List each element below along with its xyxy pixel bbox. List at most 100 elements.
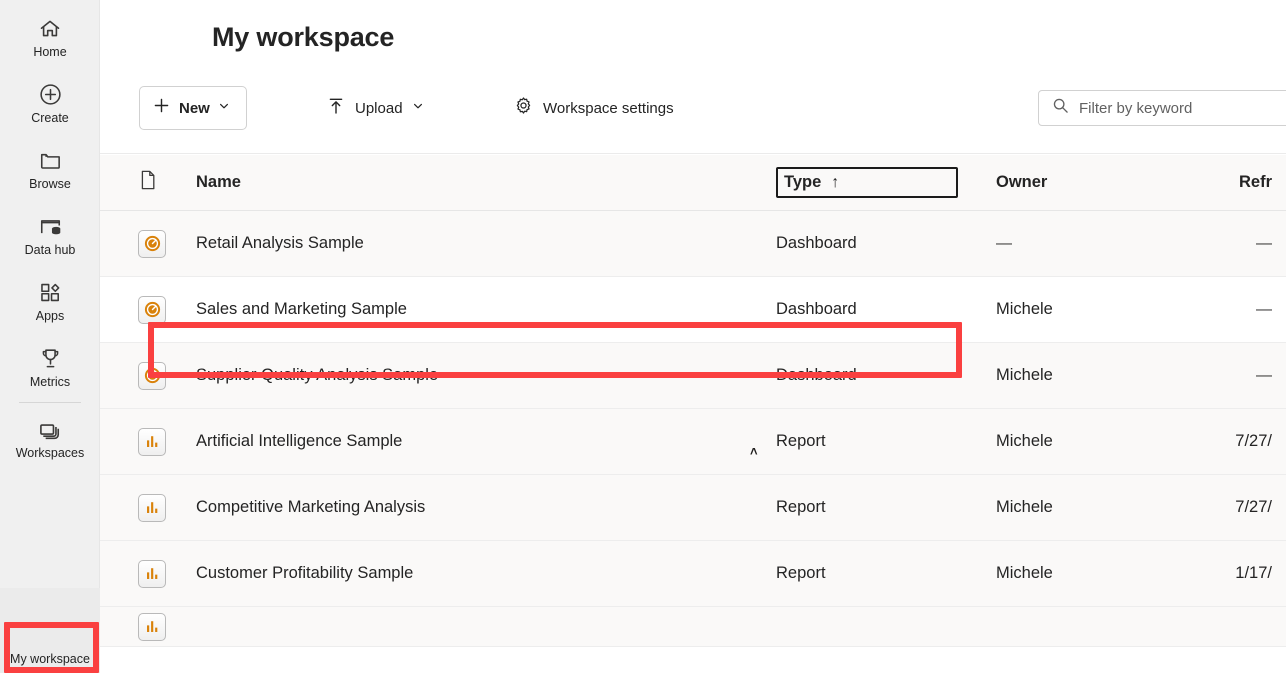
table-row[interactable]: Sales and Marketing Sample Dashboard Mic… [100, 277, 1286, 343]
column-header-refreshed[interactable]: Refr [1196, 173, 1276, 192]
workspaces-icon [37, 417, 63, 443]
row-type-cell: Dashboard [776, 300, 857, 318]
workspace-settings-button[interactable]: Workspace settings [505, 86, 682, 130]
table-row[interactable] [100, 607, 1286, 647]
left-navigation-rail: Home Create Browse Data hub Apps Metrics… [0, 0, 100, 673]
sidebar-item-label: Data hub [24, 242, 76, 257]
filter-search-box[interactable] [1038, 90, 1286, 126]
page-title: My workspace [212, 22, 395, 52]
sidebar-item-data-hub[interactable]: Data hub [0, 202, 100, 268]
row-icon-cell [138, 493, 196, 522]
sidebar-item-browse[interactable]: Browse [0, 136, 100, 202]
row-refreshed-cell: — [1256, 366, 1272, 384]
table-row[interactable]: Supplier Quality Analysis Sample Dashboa… [100, 343, 1286, 409]
row-name-cell[interactable]: Supplier Quality Analysis Sample [196, 366, 776, 385]
table-row[interactable]: Artificial Intelligence Sample Report Mi… [100, 409, 1286, 475]
sidebar-item-label: Browse [29, 176, 71, 191]
row-type-cell: Report [776, 432, 826, 450]
plus-circle-icon [37, 82, 63, 108]
row-owner-cell: Michele [996, 366, 1053, 384]
sidebar-item-label: Apps [35, 308, 65, 323]
folder-icon [37, 148, 63, 174]
sidebar-item-create[interactable]: Create [0, 70, 100, 136]
row-refreshed-cell: — [1256, 300, 1272, 318]
workspace-items-table: Name Type ↑ Owner Refr Retail Analysis S… [100, 155, 1286, 673]
row-name-cell[interactable]: Retail Analysis Sample [196, 234, 776, 253]
upload-button-label: Upload [355, 99, 403, 117]
row-icon-cell [138, 361, 196, 390]
column-header-name[interactable]: Name [196, 173, 776, 192]
row-owner-cell: Michele [996, 300, 1053, 318]
trophy-icon [37, 346, 63, 372]
table-header-row: Name Type ↑ Owner Refr [100, 155, 1286, 211]
table-row[interactable]: Competitive Marketing Analysis Report Mi… [100, 475, 1286, 541]
document-icon [138, 169, 158, 196]
row-refreshed-cell: — [1256, 234, 1272, 252]
sidebar-item-label: My workspace [10, 652, 90, 666]
sidebar-item-label: Workspaces [15, 445, 85, 460]
workspace-settings-label: Workspace settings [543, 99, 674, 117]
gear-icon [513, 95, 534, 121]
row-name-cell[interactable]: Artificial Intelligence Sample [196, 432, 776, 451]
data-hub-icon [37, 214, 63, 240]
sidebar-divider [18, 402, 81, 403]
plus-icon [152, 96, 171, 120]
column-header-type-label: Type [784, 173, 822, 191]
sidebar-item-label: Metrics [29, 374, 71, 389]
row-name-cell[interactable]: Customer Profitability Sample [196, 564, 776, 583]
sidebar-item-metrics[interactable]: Metrics [0, 334, 100, 400]
sidebar-item-label: Create [31, 110, 69, 125]
row-name-cell[interactable]: Sales and Marketing Sample [196, 300, 776, 319]
sidebar-item-label: Home [33, 44, 67, 59]
row-icon-cell [138, 295, 196, 324]
row-refreshed-cell: 7/27/ [1235, 432, 1272, 450]
row-refreshed-cell: 1/17/ [1235, 564, 1272, 582]
dashboard-icon [138, 229, 166, 258]
row-owner-cell: Michele [996, 564, 1053, 582]
row-type-cell: Dashboard [776, 366, 857, 384]
report-icon [138, 427, 166, 456]
apps-icon [37, 280, 63, 306]
row-owner-cell: — [996, 234, 1012, 252]
sidebar-item-home[interactable]: Home [0, 4, 100, 70]
table-row[interactable]: Retail Analysis Sample Dashboard — — [100, 211, 1286, 277]
report-icon [138, 612, 166, 641]
new-button-label: New [179, 99, 210, 117]
new-button[interactable]: New [139, 86, 247, 130]
row-refreshed-cell: 7/27/ [1235, 498, 1272, 516]
row-owner-cell: Michele [996, 498, 1053, 516]
row-icon-cell [138, 612, 196, 641]
upload-button[interactable]: Upload [318, 86, 432, 130]
workspace-toolbar: New Upload Workspace settings [100, 82, 1286, 154]
column-header-owner[interactable]: Owner [996, 173, 1196, 192]
sidebar-item-apps[interactable]: Apps [0, 268, 100, 334]
upload-arrow-icon [326, 96, 346, 121]
row-type-cell: Report [776, 498, 826, 516]
row-type-cell: Dashboard [776, 234, 857, 252]
dashboard-icon [138, 361, 166, 390]
sidebar-item-my-workspace[interactable]: My workspace [0, 588, 100, 673]
row-icon-cell [138, 427, 196, 456]
table-row[interactable]: Customer Profitability Sample Report Mic… [100, 541, 1286, 607]
column-header-type-sort-button[interactable]: Type ↑ [776, 167, 958, 198]
sort-ascending-arrow-icon: ↑ [831, 173, 840, 191]
home-icon [37, 16, 63, 42]
row-icon-cell [138, 229, 196, 258]
search-input[interactable] [1079, 91, 1286, 125]
column-header-icon [138, 169, 196, 196]
row-type-cell: Report [776, 564, 826, 582]
workspace-page: Home Create Browse Data hub Apps Metrics… [0, 0, 1286, 673]
report-icon [138, 493, 166, 522]
row-name-cell[interactable]: Competitive Marketing Analysis [196, 498, 776, 517]
chevron-down-icon [218, 99, 230, 117]
sidebar-item-workspaces[interactable]: Workspaces [0, 405, 100, 471]
row-owner-cell: Michele [996, 432, 1053, 450]
list-caret-marker: ˄ [750, 444, 758, 459]
row-icon-cell [138, 559, 196, 588]
search-icon [1052, 97, 1069, 119]
chevron-down-icon [412, 99, 424, 117]
report-icon [138, 559, 166, 588]
dashboard-icon [138, 295, 166, 324]
main-content: My workspace New Upload Workspace settin… [100, 0, 1286, 673]
column-header-type: Type ↑ [776, 167, 996, 198]
